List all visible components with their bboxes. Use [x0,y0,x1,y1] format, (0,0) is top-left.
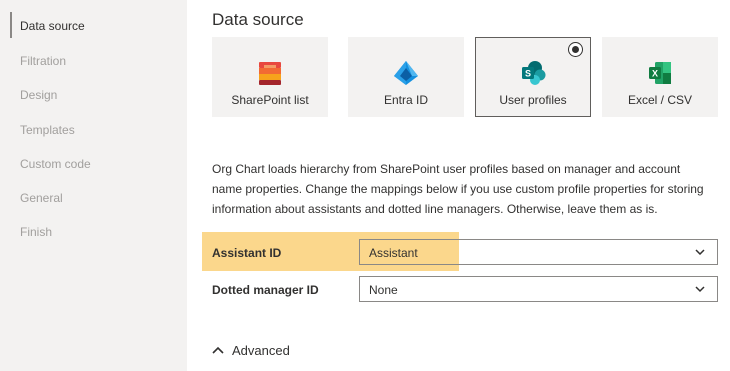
sidebar-item-filtration[interactable]: Filtration [20,54,66,68]
dotted-manager-id-label: Dotted manager ID [212,283,319,297]
description-text: Org Chart loads hierarchy from SharePoin… [212,162,704,216]
sidebar-item-templates[interactable]: Templates [20,123,75,137]
sidebar: Data source Filtration Design Templates … [0,0,187,371]
chevron-down-icon [695,249,705,256]
dotted-manager-id-select[interactable]: None [359,276,718,302]
svg-text:X: X [652,69,658,79]
source-card-label: Excel / CSV [627,93,693,107]
assistant-id-value: Assistant [369,246,418,260]
svg-text:S: S [525,69,531,79]
source-card-user-profiles[interactable]: S User profiles [475,37,591,117]
radio-selected-icon[interactable] [568,42,583,57]
main-panel: Data source SharePoint list Entra ID S U… [187,0,730,371]
sidebar-item-design[interactable]: Design [20,88,57,102]
assistant-id-label: Assistant ID [212,246,282,260]
source-card-label: SharePoint list [231,93,309,107]
active-indicator [10,12,12,38]
source-card-excel-csv[interactable]: X Excel / CSV [602,37,718,117]
source-card-entra-id[interactable]: Entra ID [348,37,464,117]
excel-icon: X [649,62,671,84]
source-card-label: Entra ID [383,93,428,107]
advanced-label: Advanced [232,343,290,358]
sidebar-item-custom-code[interactable]: Custom code [20,157,91,171]
sharepoint-icon: S [522,61,546,85]
sharepoint-list-icon [259,62,281,85]
dotted-manager-id-value: None [369,283,398,297]
source-card-sharepoint-list[interactable]: SharePoint list [212,37,328,117]
source-card-label: User profiles [499,93,567,107]
entra-id-icon [394,61,418,85]
sidebar-item-general[interactable]: General [20,191,63,205]
page-title: Data source [212,10,304,29]
chevron-up-icon [212,346,224,354]
sidebar-item-data-source[interactable]: Data source [20,19,85,33]
chevron-down-icon [695,286,705,293]
assistant-id-select[interactable]: Assistant [359,239,718,265]
sidebar-item-finish[interactable]: Finish [20,225,52,239]
